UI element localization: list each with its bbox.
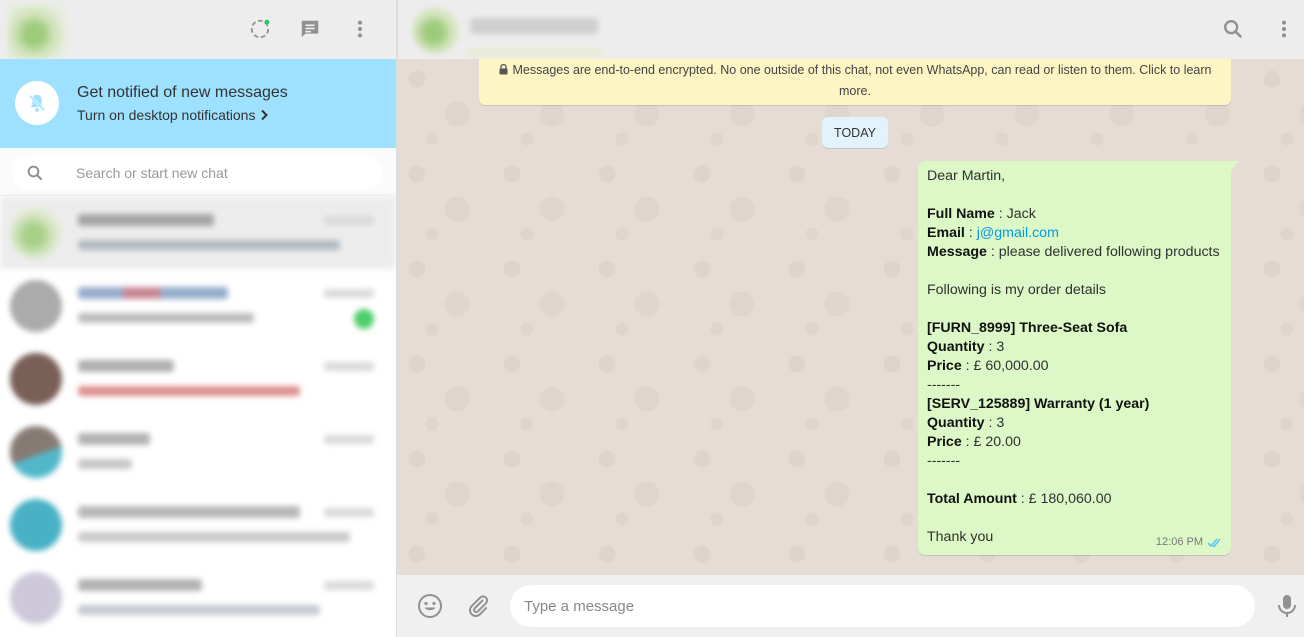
total-amount-row: Total Amount : £ 180,060.00 <box>927 491 1112 507</box>
lock-icon <box>499 64 507 75</box>
order-item-separator: ------- <box>927 377 961 393</box>
chat-list-item[interactable] <box>0 196 396 269</box>
notification-title: Get notified of new messages <box>77 84 288 101</box>
search-messages-icon[interactable] <box>1221 17 1245 41</box>
status-icon[interactable] <box>248 17 272 41</box>
conversation-menu-icon[interactable] <box>1272 17 1296 41</box>
chat-list-item[interactable] <box>0 342 396 415</box>
notification-banner: Get notified of new messages Turn on des… <box>0 59 396 148</box>
message-meta: 12:06 PM <box>1156 533 1223 552</box>
double-check-icon <box>1207 538 1221 548</box>
order-item-price: Price : £ 60,000.00 <box>927 358 1049 374</box>
order-item-quantity: Quantity : 3 <box>927 415 1005 431</box>
contact-avatar[interactable] <box>412 6 460 54</box>
order-item-title: [FURN_8999] Three-Seat Sofa <box>927 320 1128 336</box>
conversation-header <box>397 0 1304 59</box>
order-item-title: [SERV_125889] Warranty (1 year) <box>927 396 1150 412</box>
enable-notifications-link[interactable]: Turn on desktop notifications <box>77 107 269 123</box>
message-input[interactable] <box>510 585 1255 627</box>
profile-avatar[interactable] <box>8 4 66 59</box>
chat-list-item[interactable] <box>0 415 396 488</box>
encryption-notice[interactable]: Messages are end-to-end encrypted. No on… <box>479 59 1231 105</box>
message-time: 12:06 PM <box>1155 536 1203 548</box>
email-link[interactable]: j@gmail.com <box>977 225 1059 241</box>
email-row: Email : j@gmail.com <box>927 225 1059 241</box>
attach-icon[interactable] <box>464 592 492 620</box>
chat-list-pane: Get notified of new messages Turn on des… <box>0 0 397 637</box>
search-input[interactable] <box>76 162 366 184</box>
chat-list-item[interactable] <box>0 488 396 561</box>
contact-status <box>468 48 602 58</box>
outgoing-message[interactable]: Dear Martin, Full Name : Jack Email : j@… <box>918 161 1239 555</box>
left-header <box>0 0 396 59</box>
chat-list <box>0 196 396 634</box>
search-bar <box>0 148 396 196</box>
message-area[interactable]: Messages are end-to-end encrypted. No on… <box>397 59 1304 575</box>
order-item-separator: ------- <box>927 453 961 469</box>
emoji-icon[interactable] <box>416 592 444 620</box>
order-item-quantity: Quantity : 3 <box>927 339 1005 355</box>
chat-list-item[interactable] <box>0 561 396 634</box>
search-icon[interactable] <box>26 164 44 182</box>
order-intro: Following is my order details <box>927 282 1106 298</box>
chat-list-item[interactable] <box>0 269 396 342</box>
full-name-row: Full Name : Jack <box>927 206 1036 222</box>
contact-name[interactable] <box>470 18 598 34</box>
composer <box>397 575 1304 637</box>
date-divider: TODAY <box>822 117 888 148</box>
chevron-right-icon <box>261 109 269 121</box>
microphone-icon[interactable] <box>1273 592 1301 620</box>
message-row: Message : please delivered following pro… <box>927 244 1220 260</box>
message-greeting: Dear Martin, <box>927 168 1006 184</box>
notification-bell-off-icon <box>15 81 59 125</box>
order-item-price: Price : £ 20.00 <box>927 434 1021 450</box>
new-chat-icon[interactable] <box>298 17 322 41</box>
enable-notifications-label: Turn on desktop notifications <box>77 107 256 123</box>
encryption-notice-text: Messages are end-to-end encrypted. No on… <box>512 63 1212 98</box>
conversation-pane: Messages are end-to-end encrypted. No on… <box>397 0 1304 637</box>
menu-icon[interactable] <box>348 17 372 41</box>
search-box <box>12 156 382 190</box>
